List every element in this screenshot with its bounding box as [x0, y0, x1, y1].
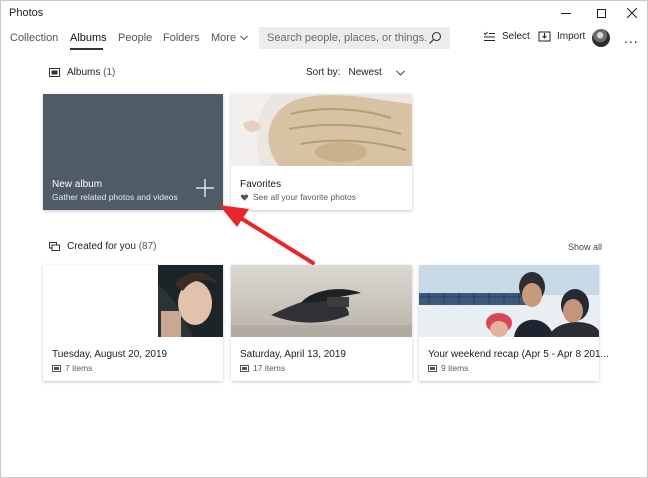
albums-count: (1): [103, 67, 116, 78]
albums-header: Albums (1): [49, 67, 115, 78]
created-card[interactable]: Saturday, April 13, 2019 17 items: [231, 265, 412, 381]
collection-icon: [49, 242, 60, 251]
created-card-items-row: 9 items: [428, 363, 468, 373]
select-label: Select: [502, 31, 530, 42]
sort-control[interactable]: Sort by: Newest: [306, 67, 405, 78]
new-album-card[interactable]: New album Gather related photos and vide…: [43, 94, 223, 210]
search-input[interactable]: [267, 32, 427, 44]
created-count: (87): [138, 241, 157, 252]
created-card-items: 7 items: [65, 363, 93, 373]
favorites-subtitle: See all your favorite photos: [253, 192, 357, 202]
album-icon: [240, 364, 249, 372]
show-all-link[interactable]: Show all: [568, 242, 602, 252]
tab-people[interactable]: People: [118, 32, 152, 44]
created-card-title: Saturday, April 13, 2019: [240, 349, 346, 360]
album-icon: [428, 364, 437, 372]
plus-icon[interactable]: [196, 179, 214, 197]
albums-title: Albums: [67, 67, 101, 78]
favorites-album-card[interactable]: Favorites See all your favorite photos: [231, 94, 412, 210]
tab-more-label: More: [211, 32, 237, 44]
created-card-items: 17 items: [253, 363, 286, 373]
created-card-items-row: 17 items: [240, 363, 285, 373]
account-avatar[interactable]: [592, 29, 610, 47]
maximize-icon: [596, 8, 606, 18]
title-bar: Photos: [1, 1, 647, 25]
select-list-icon: [483, 31, 495, 41]
created-card[interactable]: Your weekend recap (Apr 5 - Apr 8 201...…: [419, 265, 609, 381]
select-button[interactable]: Select: [483, 31, 530, 42]
chevron-down-icon[interactable]: [395, 69, 405, 76]
new-album-subtitle: Gather related photos and videos: [52, 192, 178, 202]
close-button[interactable]: [615, 1, 648, 25]
created-card-title: Your weekend recap (Apr 5 - Apr 8 201...: [428, 349, 609, 360]
more-options-icon[interactable]: ...: [624, 31, 639, 45]
created-card-thumbnail: [419, 265, 599, 337]
tab-albums[interactable]: Albums: [70, 32, 107, 44]
sort-label: Sort by:: [306, 67, 341, 78]
import-button[interactable]: Import: [538, 31, 585, 42]
minimize-icon: [561, 12, 571, 14]
album-icon: [52, 364, 61, 372]
minimize-button[interactable]: [549, 1, 583, 25]
created-card-title: Tuesday, August 20, 2019: [52, 349, 168, 360]
tab-folders[interactable]: Folders: [163, 32, 200, 44]
created-card-thumbnail: [43, 265, 223, 337]
sort-value[interactable]: Newest: [348, 67, 381, 78]
created-card-thumbnail: [231, 265, 412, 337]
created-card-items: 9 items: [441, 363, 469, 373]
app-title: Photos: [9, 7, 44, 19]
favorites-title: Favorites: [240, 179, 282, 190]
created-card-items-row: 7 items: [52, 363, 92, 373]
created-card[interactable]: Tuesday, August 20, 2019 7 items: [43, 265, 223, 381]
chevron-down-icon: [240, 35, 248, 41]
maximize-button[interactable]: [584, 1, 618, 25]
search-box[interactable]: [259, 27, 450, 49]
import-icon: [538, 31, 551, 42]
tab-more[interactable]: More: [211, 32, 248, 44]
favorites-thumbnail: [231, 94, 412, 166]
import-label: Import: [557, 31, 586, 42]
close-icon: [627, 8, 637, 18]
search-icon[interactable]: [428, 31, 442, 45]
heart-icon: [240, 193, 249, 201]
photos-window: Photos Collection Albums People Folders …: [0, 0, 648, 478]
active-tab-indicator: [70, 48, 103, 50]
favorites-subtitle-row: See all your favorite photos: [240, 192, 356, 202]
tab-collection[interactable]: Collection: [10, 32, 58, 44]
created-for-you-header: Created for you (87): [49, 241, 157, 252]
new-album-title: New album: [52, 179, 103, 190]
created-title: Created for you: [67, 241, 136, 252]
album-icon: [49, 68, 60, 77]
